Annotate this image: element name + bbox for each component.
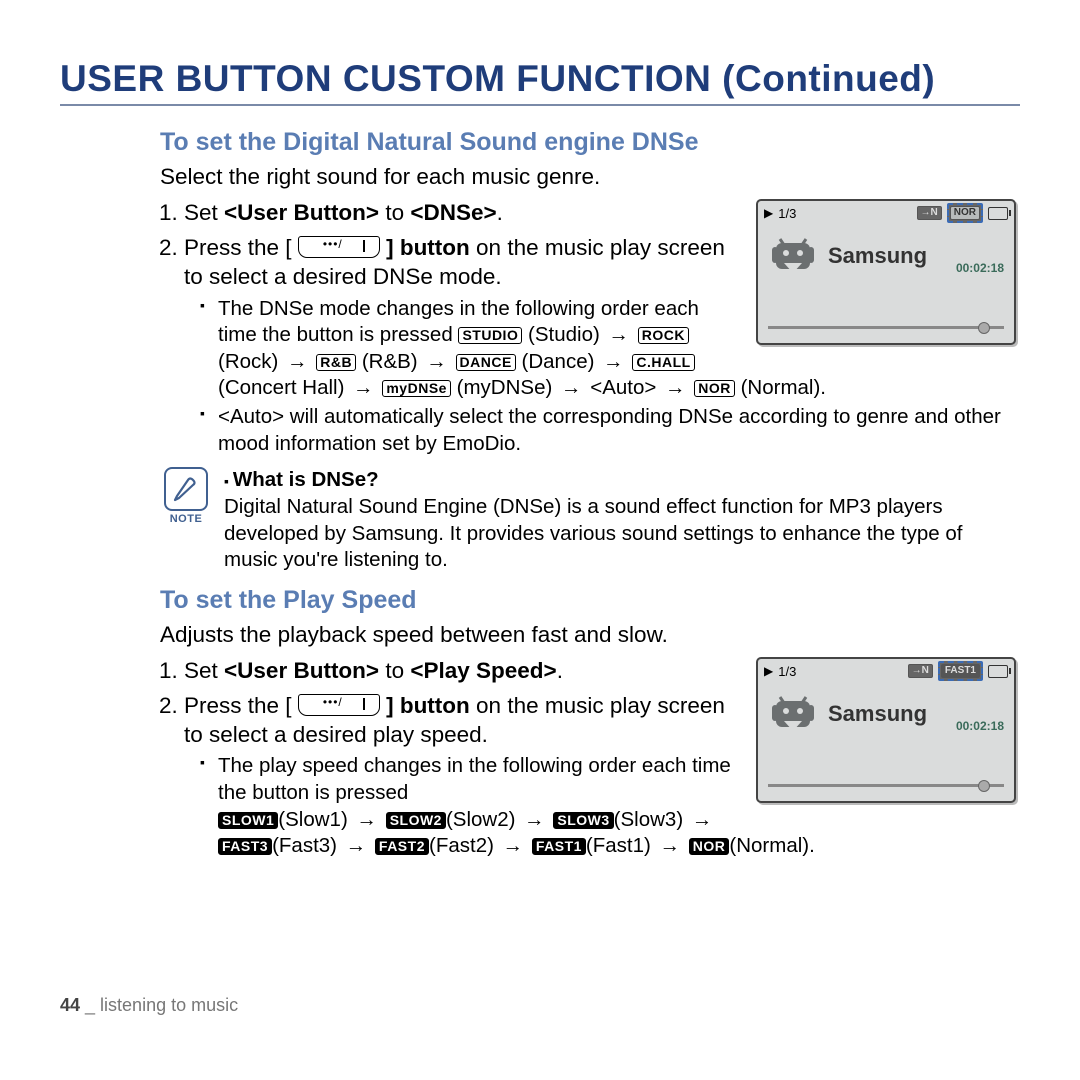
page-number: 44 bbox=[60, 995, 80, 1015]
tag-fast1: FAST1 bbox=[532, 838, 586, 855]
speed-indicator-highlight: FAST1 bbox=[938, 661, 983, 681]
tag-dance: DANCE bbox=[456, 354, 516, 371]
play-icon: ▶ bbox=[764, 206, 773, 220]
arrow-indicator: →N bbox=[917, 206, 942, 220]
arrow-indicator: →N bbox=[908, 664, 933, 678]
elapsed-time: 00:02:18 bbox=[956, 261, 1004, 275]
note-body-text: Digital Natural Sound Engine (DNSe) is a… bbox=[224, 494, 1020, 574]
dnse-intro: Select the right sound for each music ge… bbox=[160, 163, 1020, 191]
page-footer: 44 _ listening to music bbox=[60, 995, 238, 1016]
dnse-bullet-order: The DNSe mode changes in the following o… bbox=[204, 296, 1020, 403]
playspeed-heading: To set the Play Speed bbox=[160, 586, 1020, 615]
user-button-icon bbox=[298, 236, 380, 258]
note-label: NOTE bbox=[160, 513, 212, 525]
tag-rnb: R&B bbox=[316, 354, 356, 371]
tag-slow2: SLOW2 bbox=[386, 812, 446, 829]
note-icon bbox=[164, 467, 208, 511]
playspeed-intro: Adjusts the playback speed between fast … bbox=[160, 621, 1020, 649]
track-counter: 1/3 bbox=[778, 664, 796, 679]
tag-chall: C.HALL bbox=[632, 354, 694, 371]
tag-nor: NOR bbox=[694, 380, 735, 397]
robot-icon bbox=[766, 687, 820, 741]
play-icon: ▶ bbox=[764, 664, 773, 678]
chapter-name: listening to music bbox=[100, 995, 238, 1015]
elapsed-time: 00:02:18 bbox=[956, 719, 1004, 733]
battery-icon bbox=[988, 665, 1008, 678]
tag-studio: STUDIO bbox=[458, 327, 522, 344]
tag-slow1: SLOW1 bbox=[218, 812, 278, 829]
tag-fast2: FAST2 bbox=[375, 838, 429, 855]
user-button-icon bbox=[298, 694, 380, 716]
note-question: What is DNSe? bbox=[224, 467, 1020, 494]
track-counter: 1/3 bbox=[778, 206, 796, 221]
tag-fast3: FAST3 bbox=[218, 838, 272, 855]
battery-icon bbox=[988, 207, 1008, 220]
dnse-bullet-auto: <Auto> will automatically select the cor… bbox=[204, 404, 1020, 457]
robot-icon bbox=[766, 229, 820, 283]
note-block: NOTE What is DNSe? Digital Natural Sound… bbox=[160, 467, 1020, 574]
dnse-heading: To set the Digital Natural Sound engine … bbox=[160, 128, 1020, 157]
tag-slow3: SLOW3 bbox=[553, 812, 613, 829]
dnse-indicator-highlight: NOR bbox=[947, 203, 983, 223]
tag-nor2: NOR bbox=[689, 838, 730, 855]
page-title: USER BUTTON CUSTOM FUNCTION (Continued) bbox=[60, 58, 1020, 106]
playspeed-bullet-order: The play speed changes in the following … bbox=[204, 753, 1020, 860]
tag-rock: ROCK bbox=[638, 327, 689, 344]
tag-mydnse: myDNSe bbox=[382, 380, 451, 397]
